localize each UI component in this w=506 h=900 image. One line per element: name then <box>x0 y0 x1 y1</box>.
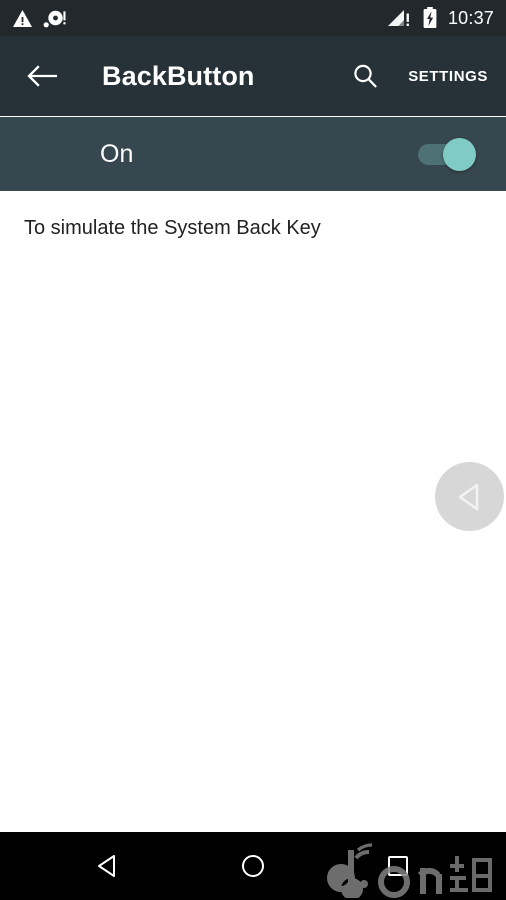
switch-thumb <box>443 137 476 171</box>
page-title: BackButton <box>102 60 255 91</box>
phone-screen: 10:37 BackButton SETTINGS On To simulate… <box>0 0 506 900</box>
nav-recents-square-icon <box>387 856 408 876</box>
settings-button[interactable]: SETTINGS <box>408 68 488 85</box>
system-navigation-bar <box>0 832 506 900</box>
nav-back-triangle-icon <box>98 855 116 877</box>
nav-home-button[interactable] <box>223 843 283 889</box>
content-area: To simulate the System Back Key <box>0 191 506 832</box>
notification-alert-icon <box>43 9 69 28</box>
nav-back-button[interactable] <box>78 843 138 889</box>
status-bar-left-icons <box>12 9 69 28</box>
master-switch-row[interactable]: On <box>0 117 506 191</box>
signal-no-service-icon <box>387 9 414 28</box>
back-arrow-icon[interactable] <box>22 56 62 96</box>
description-text: To simulate the System Back Key <box>24 217 321 239</box>
battery-charging-icon <box>422 7 438 29</box>
warning-triangle-icon <box>12 9 33 28</box>
triangle-left-icon <box>458 483 478 510</box>
nav-home-circle-icon <box>241 855 264 877</box>
floating-back-overlay-button[interactable] <box>435 462 504 531</box>
status-bar-clock: 10:37 <box>447 7 494 28</box>
search-icon[interactable] <box>344 55 386 97</box>
nav-recents-button[interactable] <box>368 843 428 889</box>
switch-state-label: On <box>100 139 134 168</box>
master-switch-toggle[interactable] <box>418 137 476 171</box>
status-bar: 10:37 <box>0 0 506 36</box>
app-bar: BackButton SETTINGS <box>0 36 506 116</box>
status-bar-right-icons: 10:37 <box>387 7 494 29</box>
